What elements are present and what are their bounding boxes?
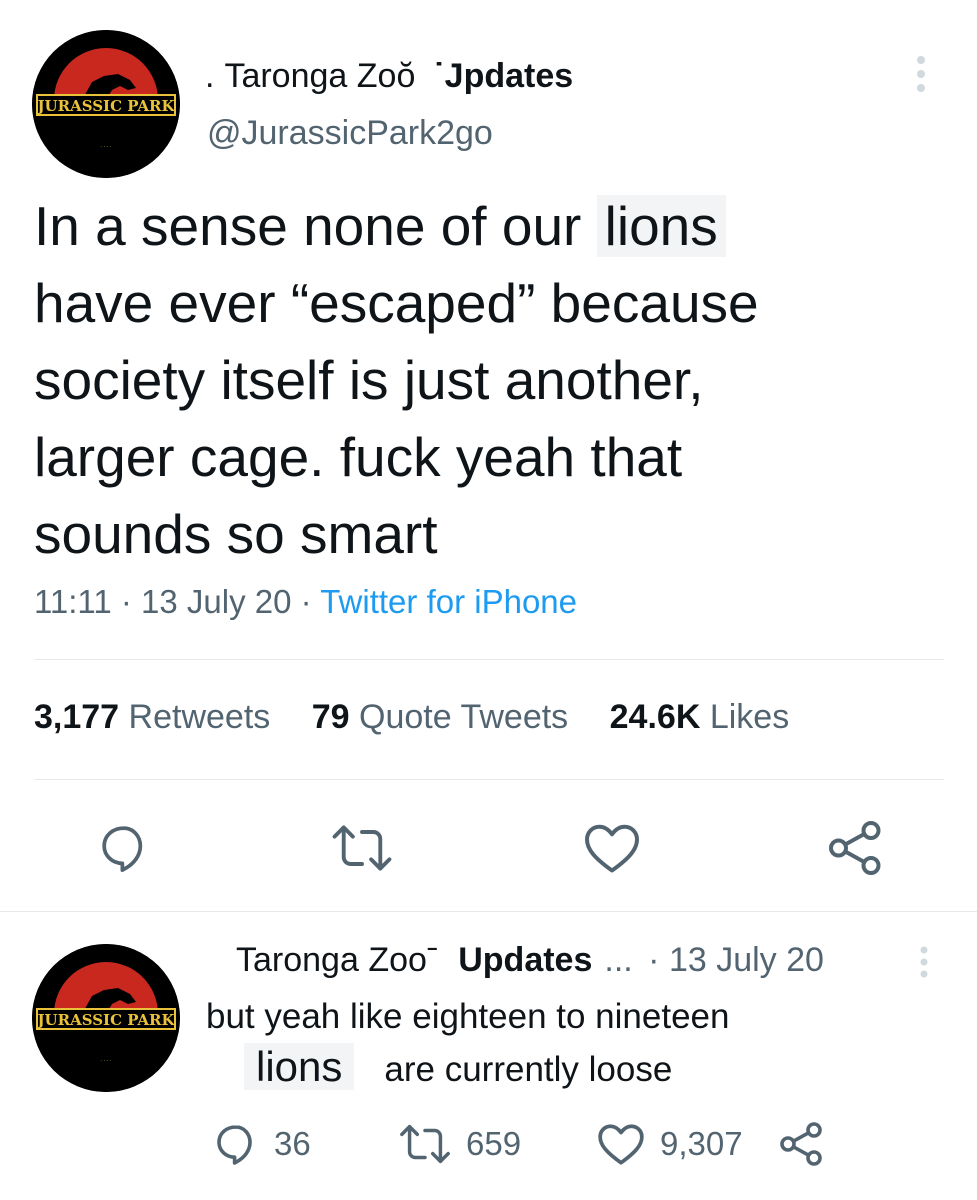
reply-reply-action[interactable]: 36 <box>212 1120 311 1168</box>
share-icon[interactable] <box>826 818 886 878</box>
divider <box>34 779 944 780</box>
more-options-icon[interactable] <box>906 52 936 96</box>
svg-text:· · · ·: · · · · <box>100 144 112 150</box>
like-icon[interactable] <box>582 820 642 876</box>
share-icon <box>780 1122 822 1166</box>
reply-like-action[interactable]: 9,307 <box>596 1120 743 1168</box>
reply-icon <box>217 1125 252 1165</box>
display-name[interactable]: . Taronga Zoŏ ˙Jpdates <box>205 54 573 98</box>
divider <box>34 659 944 660</box>
reply-retweet-action[interactable]: 659 <box>398 1120 521 1168</box>
retweet-icon <box>400 1124 450 1164</box>
reply-display-name-bold[interactable]: Updates <box>458 941 592 979</box>
tweet-stats: 3,177 Retweets 79 Quote Tweets 24.6K Lik… <box>34 698 821 737</box>
display-name-part2: ˙Jpdates <box>433 57 574 95</box>
retweet-icon[interactable] <box>330 820 394 876</box>
retweet-count: 659 <box>466 1125 522 1162</box>
jurassic-park-logo: JURASSIC PARK · · · · <box>32 30 180 178</box>
reply-text: but yeah like eighteen to nineteen lions… <box>206 997 730 1090</box>
reply-icon[interactable] <box>96 820 152 876</box>
likes-stat[interactable]: 24.6K Likes <box>610 698 790 736</box>
quote-tweets-stat[interactable]: 79 Quote Tweets <box>312 698 568 736</box>
reply-display-name[interactable]: Taronga Zooˉ <box>236 941 438 979</box>
more-options-icon[interactable] <box>912 942 936 982</box>
tweet-text: In a sense none of our lions have ever “… <box>34 195 759 565</box>
tweet-source-link[interactable]: Twitter for iPhone <box>320 583 577 620</box>
avatar[interactable]: JURASSIC PARK · · · · <box>32 30 180 178</box>
tweet-meta: 11:11 · 13 July 20 · Twitter for iPhone <box>34 583 577 620</box>
like-count: 9,307 <box>660 1125 743 1162</box>
divider <box>0 911 977 912</box>
tweet-time[interactable]: 11:11 <box>34 583 112 620</box>
reply-share-action[interactable] <box>778 1120 840 1168</box>
svg-text:JURASSIC PARK: JURASSIC PARK <box>35 97 175 115</box>
highlighted-word: lions <box>596 195 726 257</box>
jurassic-park-logo: JURASSIC PARK · · · · <box>32 944 180 1092</box>
tweet-date[interactable]: 13 July 20 <box>141 583 291 620</box>
retweets-stat[interactable]: 3,177 Retweets <box>34 698 270 736</box>
reply-count: 36 <box>274 1125 311 1162</box>
svg-text:JURASSIC PARK: JURASSIC PARK <box>35 1011 175 1029</box>
reply-avatar[interactable]: JURASSIC PARK · · · · <box>32 944 180 1092</box>
reply-header: Taronga Zooˉ Updates... · 13 July 20 <box>236 941 824 979</box>
highlighted-word: lions <box>244 1043 355 1090</box>
reply-date[interactable]: · 13 July 20 <box>648 941 824 979</box>
svg-text:· · · ·: · · · · <box>100 1058 112 1064</box>
display-name-part1: Taronga Zoŏ <box>224 57 416 95</box>
like-icon <box>598 1124 644 1165</box>
user-handle[interactable]: @JurassicPark2go <box>207 114 493 153</box>
